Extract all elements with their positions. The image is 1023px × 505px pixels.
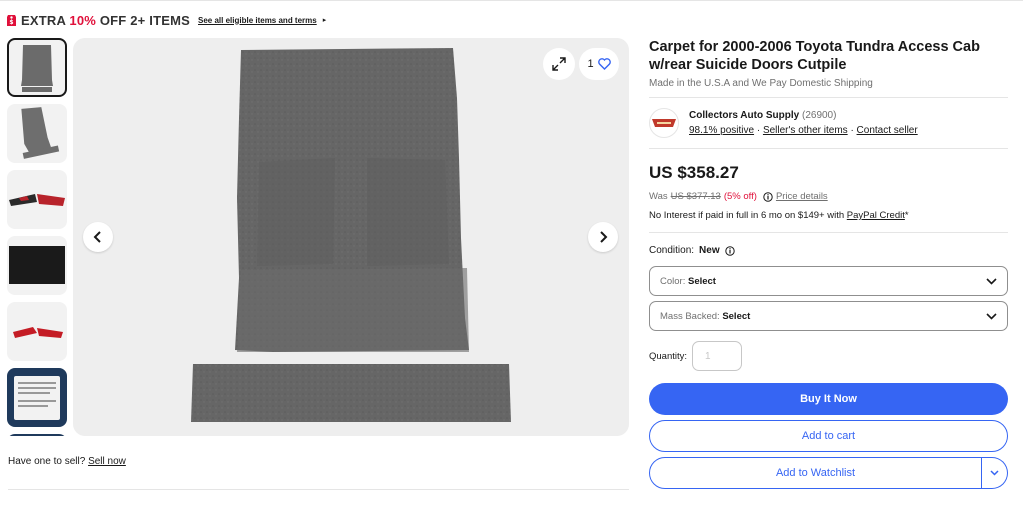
chevron-down-icon	[986, 312, 997, 320]
color-select[interactable]: Color: Select	[649, 266, 1008, 296]
carpet-image	[191, 48, 511, 422]
promo-terms-link[interactable]: See all eligible items and terms	[198, 16, 317, 25]
thumbnail-2[interactable]	[7, 104, 67, 163]
seller-feedback-link[interactable]: 98.1% positive	[689, 125, 754, 136]
promo-text: EXTRA 10% OFF 2+ ITEMS	[21, 12, 190, 28]
price-details-link[interactable]: Price details	[776, 191, 828, 202]
buy-it-now-button[interactable]: Buy It Now	[649, 383, 1008, 415]
discount-percent: (5% off)	[723, 191, 757, 202]
quantity-row: Quantity: 1	[649, 341, 1008, 371]
divider	[649, 148, 1008, 149]
chevron-down-icon	[986, 277, 997, 285]
was-price: US $377.13	[670, 191, 721, 202]
quantity-input[interactable]: 1	[692, 341, 743, 371]
thumbnail-5[interactable]	[7, 302, 67, 361]
price-tag-icon: $	[6, 13, 17, 27]
main-image-gallery[interactable]: 1	[73, 38, 629, 436]
mass-backed-select[interactable]: Mass Backed: Select	[649, 301, 1008, 331]
expand-icon	[552, 57, 566, 71]
watch-count: 1	[587, 58, 594, 70]
seller-info: Collectors Auto Supply (26900) 98.1% pos…	[649, 108, 1008, 138]
divider	[649, 232, 1008, 233]
divider	[649, 97, 1008, 98]
watchlist-group: Add to Watchlist	[649, 457, 1008, 489]
condition-value: New	[699, 245, 720, 256]
product-subtitle: Made in the U.S.A and We Pay Domestic Sh…	[649, 78, 873, 89]
bottom-divider	[8, 489, 629, 490]
product-title: Carpet for 2000-2006 Toyota Tundra Acces…	[649, 39, 980, 73]
price: US $358.27	[649, 163, 739, 182]
chevron-down-icon	[990, 470, 999, 476]
mass-backed-select-value: Select	[722, 310, 751, 322]
next-image-button[interactable]	[588, 222, 618, 252]
seller-score: (26900)	[801, 110, 837, 121]
svg-text:$: $	[9, 19, 13, 26]
thumbnail-3[interactable]	[7, 170, 67, 229]
credit-offer: No Interest if paid in full in 6 mo on $…	[649, 210, 909, 221]
product-details: Carpet for 2000-2006 Toyota Tundra Acces…	[649, 38, 1008, 489]
seller-logo[interactable]	[649, 108, 679, 138]
thumbnail-strip[interactable]	[7, 38, 68, 436]
color-select-value: Select	[687, 275, 716, 287]
add-to-watchlist-button[interactable]: Add to Watchlist	[649, 457, 982, 489]
sell-now-link[interactable]: Sell now	[88, 456, 126, 467]
prev-image-button[interactable]	[83, 222, 113, 252]
was-price-row: Was US $377.13 (5% off) Price details	[649, 191, 828, 202]
promo-arrow-icon: ▸	[322, 17, 327, 24]
thumbnail-6[interactable]	[7, 368, 67, 427]
chevron-left-icon	[93, 231, 101, 243]
watch-heart-button[interactable]: 1	[579, 48, 619, 80]
seller-name[interactable]: Collectors Auto Supply (26900)	[689, 110, 918, 121]
sell-prompt: Have one to sell? Sell now	[8, 456, 126, 467]
contact-seller-link[interactable]: Contact seller	[857, 125, 918, 136]
top-divider	[0, 0, 1023, 1]
promo-percent: 10%	[69, 12, 97, 28]
seller-links: 98.1% positive · Seller's other items · …	[689, 125, 918, 136]
thumbnail-1[interactable]	[7, 38, 67, 97]
info-icon[interactable]	[763, 191, 773, 202]
promo-banner: $ EXTRA 10% OFF 2+ ITEMS See all eligibl…	[6, 10, 326, 30]
expand-image-button[interactable]	[543, 48, 575, 80]
thumbnail-4[interactable]	[7, 236, 67, 295]
info-icon[interactable]	[724, 245, 735, 256]
add-to-cart-button[interactable]: Add to cart	[649, 420, 1008, 452]
heart-icon	[597, 58, 611, 70]
watchlist-dropdown-button[interactable]	[982, 457, 1008, 489]
chevron-right-icon	[600, 231, 608, 243]
seller-other-items-link[interactable]: Seller's other items	[763, 125, 848, 136]
paypal-credit-link[interactable]: PayPal Credit	[847, 210, 905, 221]
condition-row: Condition: New	[649, 245, 1008, 256]
thumbnail-7[interactable]	[7, 434, 67, 436]
